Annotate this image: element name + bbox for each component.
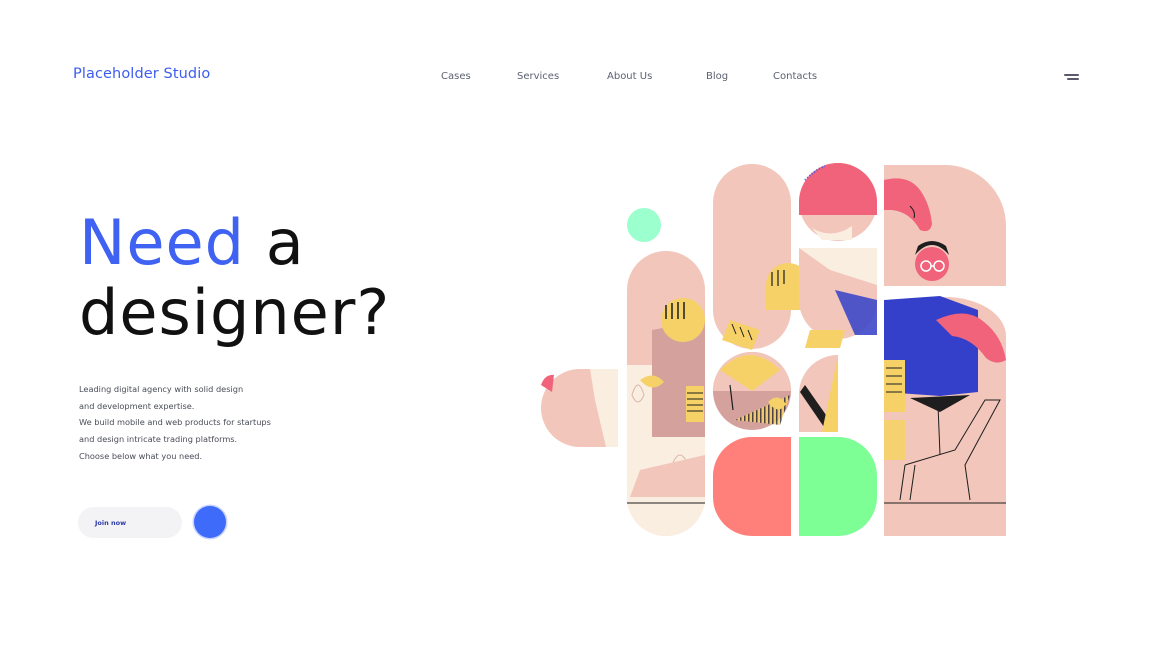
headline-word-designer: designer? [79,276,391,349]
landing-page: Placeholder Studio Cases Services About … [0,0,1152,648]
middle-circle-tile [713,352,791,430]
hero-headline: Need a designer? [79,208,390,348]
left-circle-tile [541,369,618,447]
middle-top-pill [713,164,810,350]
striped-tile [799,355,838,432]
right-top-arch [884,165,1006,286]
green-tile [799,437,877,536]
description-line: Choose below what you need. [79,450,203,461]
mint-circle [627,208,661,242]
tall-pill-tile [627,251,705,536]
top-circle-tile [799,163,877,241]
logo-link[interactable]: Placeholder Studio [73,66,210,82]
hero-description: Leading digital agency with solid design… [79,381,339,465]
description-line: Leading digital agency with solid design [79,384,244,394]
coral-tile [713,437,791,536]
round-action-button[interactable] [194,506,226,538]
nav-contacts[interactable]: Contacts [773,71,817,82]
nav-about-us[interactable]: About Us [607,71,652,82]
mid-square-tiles [799,248,877,348]
description-line: We build mobile and web products for sta… [79,417,271,428]
headline-accent-word: Need [79,206,246,279]
join-now-button[interactable]: Join now [78,507,182,538]
nav-services[interactable]: Services [517,71,559,82]
description-line: and development expertise. [79,400,195,411]
description-line: and design intricate trading platforms. [79,434,238,445]
nav-blog[interactable]: Blog [706,71,728,82]
hero-illustration [541,163,1006,536]
hamburger-menu-icon[interactable] [1064,74,1080,80]
right-bottom-pill [884,296,1006,536]
headline-word-a: a [245,206,305,279]
nav-cases[interactable]: Cases [441,71,471,82]
